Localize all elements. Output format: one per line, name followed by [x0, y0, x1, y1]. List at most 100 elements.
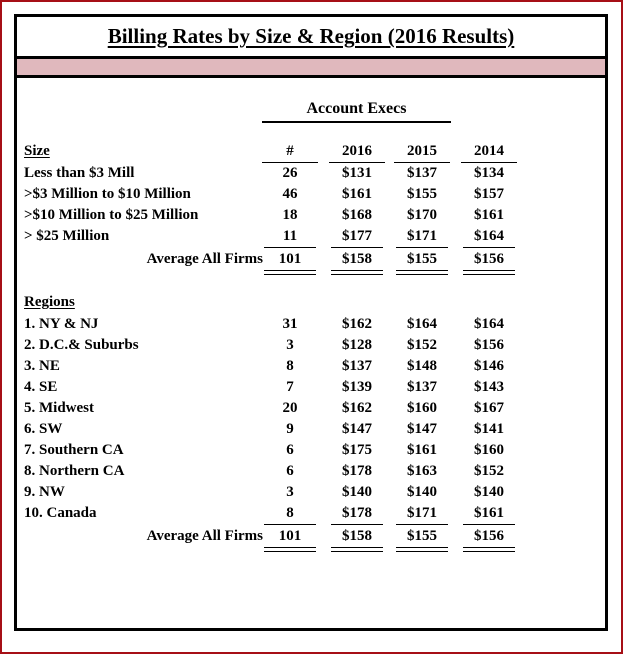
total-2014: $156: [461, 526, 517, 552]
cell-2014: $146: [474, 358, 504, 374]
cell-2015: $171: [394, 226, 450, 248]
row-label: 4. SE: [24, 379, 58, 395]
total-2014: $156: [461, 249, 517, 275]
row-label: 3. NE: [24, 358, 60, 374]
cell-2015: $155: [407, 186, 437, 202]
page-title: Billing Rates by Size & Region (2016 Res…: [107, 24, 515, 48]
cell-2016: $162: [342, 400, 372, 416]
regions-section-header: Regions: [24, 294, 75, 310]
cell-2014: $140: [474, 484, 504, 500]
table-row: 2. D.C.& Suburbs 3 $128 $152 $156: [17, 335, 605, 356]
cell-count: 9: [286, 421, 294, 437]
cell-2014: $157: [474, 186, 504, 202]
total-2015: $155: [394, 249, 450, 275]
accent-band: [17, 59, 605, 78]
table-row: >$3 Million to $10 Million 46 $161 $155 …: [17, 184, 605, 205]
cell-count: 31: [282, 316, 298, 332]
cell-count: 6: [286, 463, 294, 479]
column-header-2016: 2016: [329, 141, 385, 163]
regions-total-row: Average All Firms 101 $158 $155 $156: [17, 526, 605, 552]
size-total-row: Average All Firms 101 $158 $155 $156: [17, 249, 605, 275]
cell-count: 11: [262, 226, 318, 248]
cell-2016: $162: [342, 316, 372, 332]
cell-2015: $137: [407, 379, 437, 395]
page: Billing Rates by Size & Region (2016 Res…: [0, 0, 623, 654]
row-label: 9. NW: [24, 484, 65, 500]
table-row: > $25 Million 11 $177 $171 $164: [17, 226, 605, 248]
row-label: 10. Canada: [24, 505, 97, 521]
table-sheet: Account Execs Size # 2016 2015 2014 Less…: [17, 81, 605, 628]
total-count: 101: [262, 249, 318, 275]
cell-2014: $152: [474, 463, 504, 479]
table-row: 10. Canada 8 $178 $171 $161: [17, 503, 605, 525]
column-header-2014: 2014: [461, 141, 517, 163]
column-header-count: #: [262, 141, 318, 163]
cell-2015: $163: [407, 463, 437, 479]
table-row: 7. Southern CA 6 $175 $161 $160: [17, 440, 605, 461]
cell-2014: $164: [461, 226, 517, 248]
table-row: Less than $3 Mill 26 $131 $137 $134: [17, 163, 605, 184]
cell-2014: $141: [474, 421, 504, 437]
total-2016: $158: [329, 249, 385, 275]
cell-2014: $167: [474, 400, 504, 416]
cell-count: 18: [282, 207, 298, 223]
table-row: 1. NY & NJ 31 $162 $164 $164: [17, 314, 605, 335]
column-group-header: Account Execs: [262, 99, 451, 123]
cell-2015: $147: [407, 421, 437, 437]
cell-2014: $161: [461, 503, 517, 525]
total-label: Average All Firms: [146, 528, 263, 544]
cell-2015: $160: [407, 400, 437, 416]
regions-section-header-row: Regions: [17, 292, 605, 313]
total-count: 101: [262, 526, 318, 552]
cell-2015: $170: [407, 207, 437, 223]
cell-2016: $140: [342, 484, 372, 500]
cell-2014: $160: [474, 442, 504, 458]
cell-2016: $178: [342, 463, 372, 479]
row-label: 2. D.C.& Suburbs: [24, 337, 139, 353]
size-column-header-row: Size # 2016 2015 2014: [17, 141, 605, 163]
total-label: Average All Firms: [146, 251, 263, 267]
column-header-2015: 2015: [394, 141, 450, 163]
cell-count: 3: [286, 337, 294, 353]
cell-2015: $148: [407, 358, 437, 374]
size-section-header: Size: [24, 143, 50, 159]
table-row: 4. SE 7 $139 $137 $143: [17, 377, 605, 398]
row-label: > $25 Million: [24, 228, 110, 244]
total-2016: $158: [329, 526, 385, 552]
cell-2014: $164: [474, 316, 504, 332]
cell-2016: $128: [342, 337, 372, 353]
cell-2016: $175: [342, 442, 372, 458]
table-row: 8. Northern CA 6 $178 $163 $152: [17, 461, 605, 482]
cell-2016: $177: [329, 226, 385, 248]
report-frame: Billing Rates by Size & Region (2016 Res…: [14, 14, 608, 631]
row-label: 5. Midwest: [24, 400, 94, 416]
cell-2014: $161: [474, 207, 504, 223]
cell-2015: $140: [407, 484, 437, 500]
row-label: >$3 Million to $10 Million: [24, 186, 191, 202]
cell-count: 20: [282, 400, 298, 416]
table-row: 9. NW 3 $140 $140 $140: [17, 482, 605, 503]
row-label: 8. Northern CA: [24, 463, 125, 479]
title-band: Billing Rates by Size & Region (2016 Res…: [17, 17, 605, 59]
cell-2014: $143: [474, 379, 504, 395]
row-label: 7. Southern CA: [24, 442, 124, 458]
total-2015: $155: [394, 526, 450, 552]
cell-2016: $161: [342, 186, 372, 202]
cell-count: 8: [286, 358, 294, 374]
cell-2016: $131: [342, 165, 372, 181]
row-label: >$10 Million to $25 Million: [24, 207, 199, 223]
cell-2016: $178: [329, 503, 385, 525]
table-row: >$10 Million to $25 Million 18 $168 $170…: [17, 205, 605, 226]
row-label: Less than $3 Mill: [24, 165, 135, 181]
cell-2016: $168: [342, 207, 372, 223]
table-row: 6. SW 9 $147 $147 $141: [17, 419, 605, 440]
cell-2016: $137: [342, 358, 372, 374]
cell-count: 26: [282, 165, 298, 181]
cell-count: 46: [282, 186, 298, 202]
cell-2015: $137: [407, 165, 437, 181]
cell-2015: $164: [407, 316, 437, 332]
table-row: 3. NE 8 $137 $148 $146: [17, 356, 605, 377]
cell-2014: $156: [474, 337, 504, 353]
cell-2016: $139: [342, 379, 372, 395]
cell-2015: $152: [407, 337, 437, 353]
